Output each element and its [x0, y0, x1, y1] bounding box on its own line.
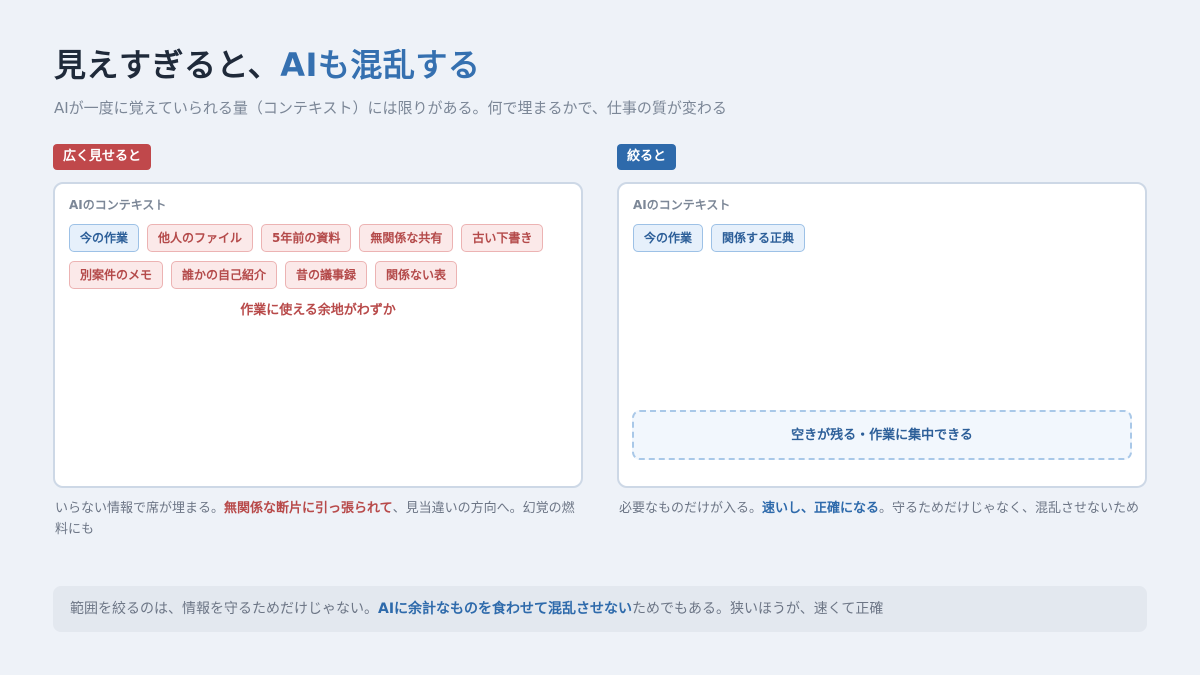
narrow-caption-text: 必要なものだけが入る。: [619, 501, 763, 516]
narrow-context-caption: 必要なものだけが入る。速いし、正確になる。守るためだけじゃなく、混乱させないため: [617, 498, 1147, 519]
wide-context-chips: 今の作業 他人のファイル 5年前の資料 無関係な共有 古い下書き 別案件のメモ …: [69, 224, 567, 289]
narrow-context-box: AIのコンテキスト 今の作業 関係する正典 空きが残る・作業に集中できる: [617, 182, 1147, 488]
context-chip-noise: 誰かの自己紹介: [171, 261, 278, 289]
footer-text-end: ためでもある。狭いほうが、速くて正確: [632, 601, 884, 617]
wide-context-box: AIのコンテキスト 今の作業 他人のファイル 5年前の資料 無関係な共有 古い下…: [53, 182, 583, 488]
wide-caption-highlight: 無関係な断片に引っ張られて: [224, 501, 393, 516]
context-chip-noise: 別案件のメモ: [69, 261, 164, 289]
wide-context-badge: 広く見せると: [53, 144, 152, 170]
context-chip-noise: 無関係な共有: [359, 224, 454, 252]
narrow-caption-highlight: 速いし、正確になる: [762, 501, 880, 516]
footer-text: 範囲を絞るのは、情報を守るためだけじゃない。: [70, 601, 378, 617]
wide-context-caption: いらない情報で席が埋まる。無関係な断片に引っ張られて、見当違いの方向へ。幻覚の燃…: [53, 498, 583, 540]
page-subtitle: AIが一度に覚えていられる量（コンテキスト）には限りがある。何で埋まるかで、仕事…: [54, 99, 727, 117]
context-chip-canon: 関係する正典: [711, 224, 806, 252]
footer-highlight: AIに余計なものを食わせて混乱させない: [378, 601, 633, 617]
page-title: 見えすぎると、AIも混乱する: [54, 40, 480, 86]
context-chip-current-task: 今の作業: [69, 224, 140, 252]
context-chip-noise: 古い下書き: [461, 224, 544, 252]
context-chip-noise: 他人のファイル: [147, 224, 254, 252]
page-title-main: 見えすぎると、: [54, 46, 281, 84]
page-title-accent: AIも混乱する: [280, 46, 481, 84]
context-chip-noise: 関係ない表: [375, 261, 458, 289]
wide-context-box-label: AIのコンテキスト: [69, 198, 167, 212]
narrow-context-badge: 絞ると: [617, 144, 677, 170]
wide-caption-text: いらない情報で席が埋まる。: [55, 501, 225, 516]
narrow-context-box-label: AIのコンテキスト: [633, 198, 731, 212]
narrow-context-panel: 絞ると AIのコンテキスト 今の作業 関係する正典 空きが残る・作業に集中できる…: [617, 144, 1147, 519]
narrow-context-chips: 今の作業 関係する正典: [633, 224, 1131, 252]
context-chip-noise: 5年前の資料: [261, 224, 352, 252]
summary-footer: 範囲を絞るのは、情報を守るためだけじゃない。AIに余計なものを食わせて混乱させな…: [53, 586, 1147, 632]
context-chip-current-task: 今の作業: [633, 224, 704, 252]
wide-context-panel: 広く見せると AIのコンテキスト 今の作業 他人のファイル 5年前の資料 無関係…: [53, 144, 583, 540]
free-space-area: 空きが残る・作業に集中できる: [632, 410, 1132, 460]
context-chip-noise: 昔の議事録: [285, 261, 368, 289]
narrow-caption-text-end: 。守るためだけじゃなく、混乱させないため: [879, 501, 1140, 516]
wide-context-warning: 作業に使える余地がわずか: [240, 303, 396, 318]
